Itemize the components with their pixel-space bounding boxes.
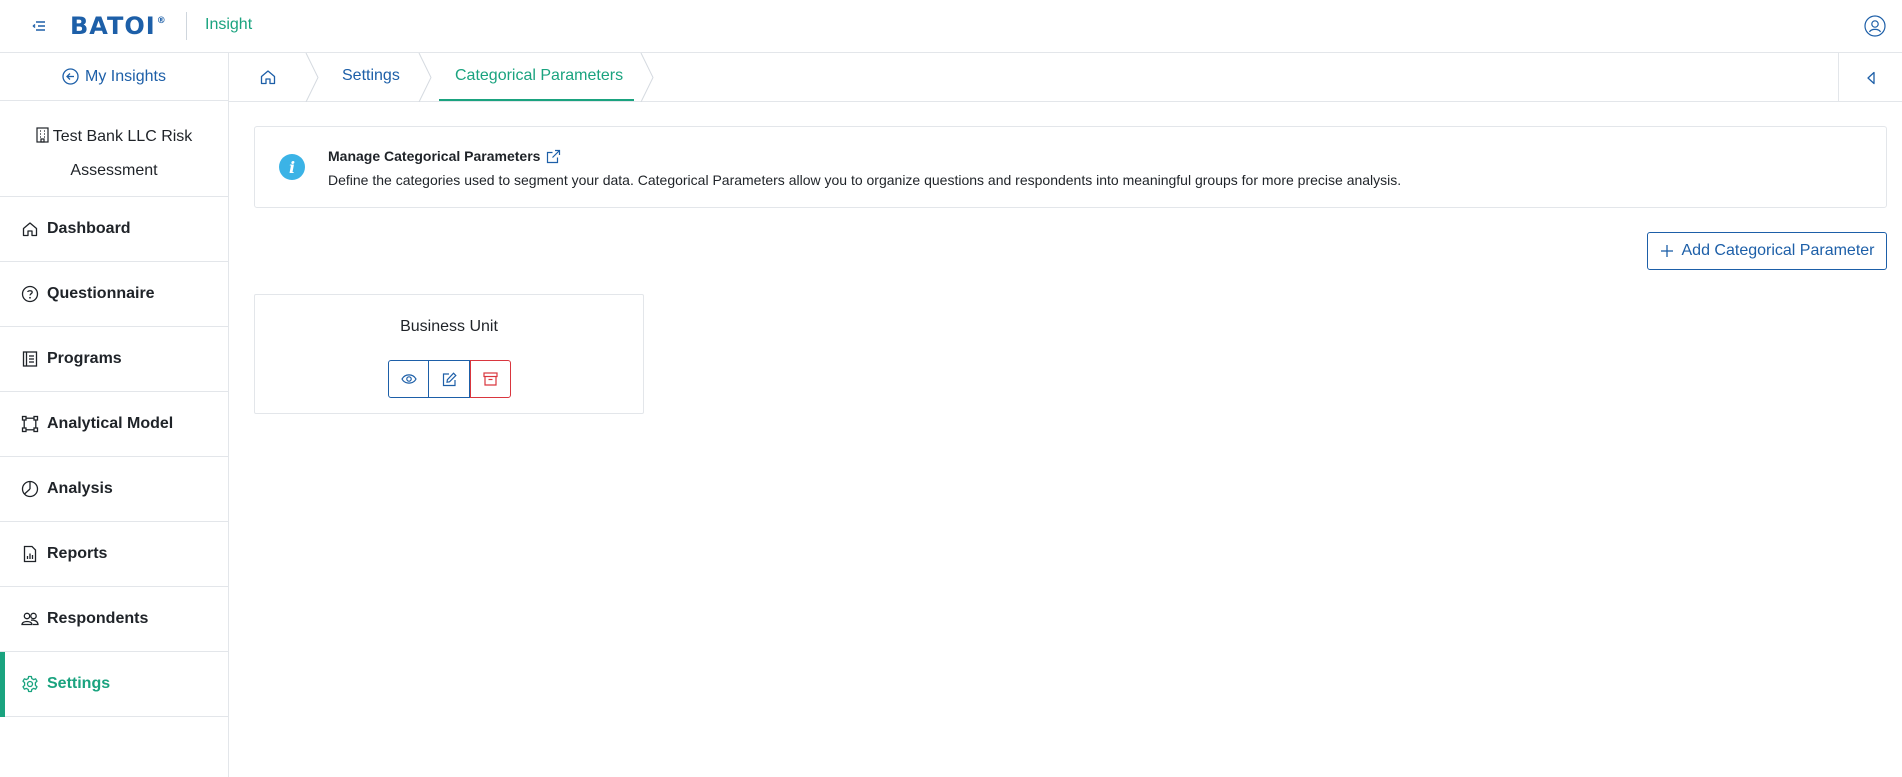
top-bar: BATOI ® Insight bbox=[0, 0, 1902, 53]
sidebar-item-programs[interactable]: Programs bbox=[0, 327, 228, 392]
sidebar-item-label: Settings bbox=[47, 675, 111, 692]
sidebar-item-analytical-model[interactable]: Analytical Model bbox=[0, 392, 228, 457]
breadcrumb-separator-icon bbox=[305, 53, 319, 102]
book-icon bbox=[21, 350, 39, 368]
logo-divider bbox=[186, 12, 187, 40]
report-icon bbox=[21, 545, 39, 563]
caret-left-icon bbox=[1866, 71, 1876, 85]
sidebar: My Insights Test Bank LLC Risk Assessmen… bbox=[0, 53, 229, 777]
breadcrumb-separator-icon bbox=[418, 53, 432, 102]
sidebar-item-label: Programs bbox=[47, 350, 122, 367]
archive-parameter-button[interactable] bbox=[470, 360, 511, 398]
breadcrumb: Settings Categorical Parameters bbox=[229, 53, 1902, 102]
active-crumb-underline bbox=[439, 99, 634, 101]
building-icon bbox=[36, 123, 49, 155]
sidebar-item-label: Respondents bbox=[47, 610, 149, 627]
parameter-card: Business Unit bbox=[254, 294, 644, 414]
home-icon bbox=[21, 220, 39, 238]
add-button-label: Add Categorical Parameter bbox=[1681, 242, 1875, 259]
parameter-actions bbox=[388, 360, 511, 398]
collapse-panel-button[interactable] bbox=[1838, 53, 1902, 102]
sidebar-item-settings[interactable]: Settings bbox=[0, 652, 228, 717]
logo-registered-mark: ® bbox=[156, 16, 167, 26]
plus-icon bbox=[1660, 244, 1674, 258]
info-icon: i bbox=[279, 154, 305, 180]
info-description: Define the categories used to segment yo… bbox=[328, 172, 1402, 188]
breadcrumb-home-icon[interactable] bbox=[259, 68, 277, 86]
eye-icon bbox=[400, 373, 417, 385]
sidebar-item-respondents[interactable]: Respondents bbox=[0, 587, 228, 652]
breadcrumb-item-categorical-parameters[interactable]: Categorical Parameters bbox=[455, 67, 623, 85]
svg-text:i: i bbox=[289, 158, 295, 177]
parameter-name: Business Unit bbox=[400, 318, 498, 335]
add-categorical-parameter-button[interactable]: Add Categorical Parameter bbox=[1647, 232, 1887, 270]
menu-toggle-icon[interactable] bbox=[30, 17, 50, 35]
external-link-icon[interactable] bbox=[546, 149, 561, 164]
logo-text: BATOI bbox=[70, 12, 156, 40]
project-name-text: Test Bank LLC Risk Assessment bbox=[52, 128, 193, 179]
breadcrumb-separator-icon bbox=[640, 53, 654, 102]
edit-parameter-button[interactable] bbox=[429, 360, 470, 398]
back-arrow-icon bbox=[62, 68, 79, 85]
user-avatar-icon[interactable] bbox=[1864, 15, 1886, 37]
app-name: Insight bbox=[205, 16, 253, 33]
my-insights-label: My Insights bbox=[85, 67, 166, 85]
project-name: Test Bank LLC Risk Assessment bbox=[0, 101, 228, 197]
my-insights-link[interactable]: My Insights bbox=[0, 53, 228, 101]
sidebar-item-analysis[interactable]: Analysis bbox=[0, 457, 228, 522]
info-panel: i Manage Categorical Parameters Define t… bbox=[254, 126, 1887, 208]
sidebar-item-label: Reports bbox=[47, 545, 108, 562]
batoi-logo[interactable]: BATOI ® bbox=[70, 12, 167, 40]
view-parameter-button[interactable] bbox=[388, 360, 429, 398]
sidebar-item-reports[interactable]: Reports bbox=[0, 522, 228, 587]
sidebar-item-label: Analysis bbox=[47, 480, 113, 497]
question-circle-icon bbox=[21, 285, 39, 303]
pie-chart-icon bbox=[21, 480, 39, 498]
info-title-text: Manage Categorical Parameters bbox=[328, 148, 541, 164]
gear-icon bbox=[21, 675, 39, 693]
sidebar-item-dashboard[interactable]: Dashboard bbox=[0, 197, 228, 262]
sidebar-item-label: Questionnaire bbox=[47, 285, 155, 302]
breadcrumb-item-settings[interactable]: Settings bbox=[342, 67, 400, 85]
users-icon bbox=[21, 610, 39, 628]
sidebar-item-questionnaire[interactable]: Questionnaire bbox=[0, 262, 228, 327]
edit-icon bbox=[442, 371, 457, 387]
archive-icon bbox=[483, 372, 498, 386]
sidebar-item-label: Dashboard bbox=[47, 220, 131, 237]
info-title: Manage Categorical Parameters bbox=[328, 148, 561, 164]
sidebar-item-label: Analytical Model bbox=[47, 415, 174, 432]
model-nodes-icon bbox=[21, 415, 39, 433]
